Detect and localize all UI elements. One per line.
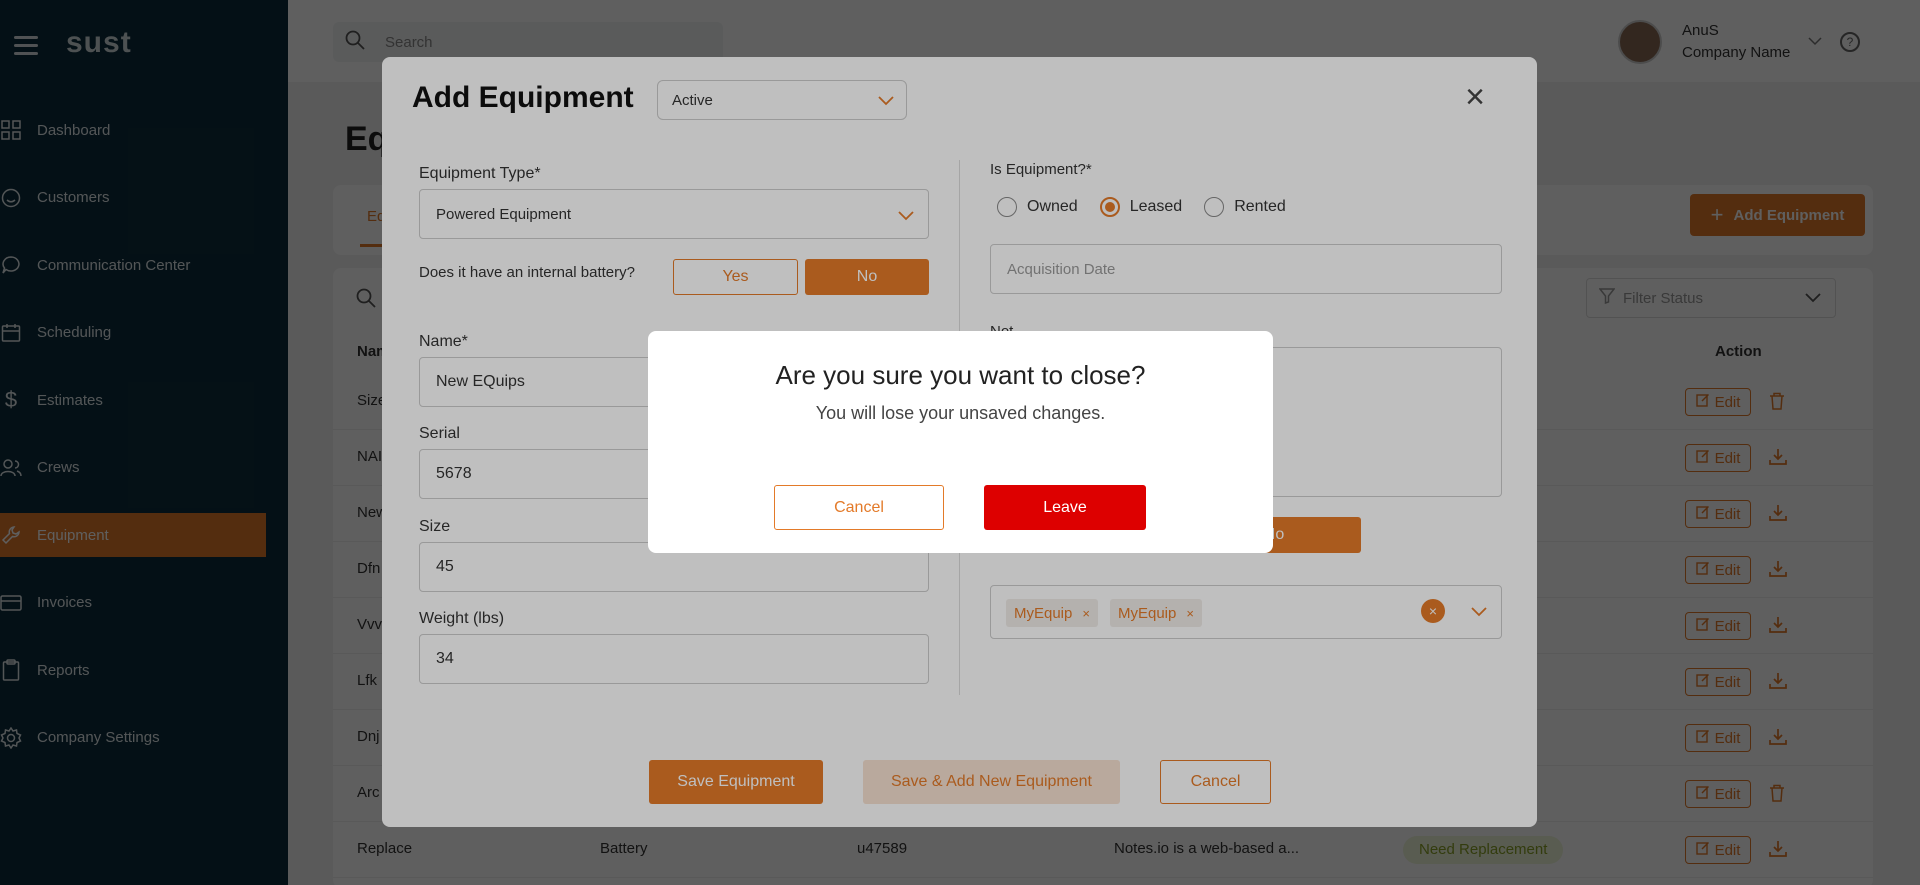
- confirm-close-dialog: Are you sure you want to close? You will…: [648, 331, 1273, 553]
- confirm-cancel-button[interactable]: Cancel: [774, 485, 944, 530]
- confirm-leave-button[interactable]: Leave: [984, 485, 1146, 530]
- confirm-subtitle: You will lose your unsaved changes.: [815, 403, 1106, 423]
- confirm-title: Are you sure you want to close?: [775, 360, 1146, 390]
